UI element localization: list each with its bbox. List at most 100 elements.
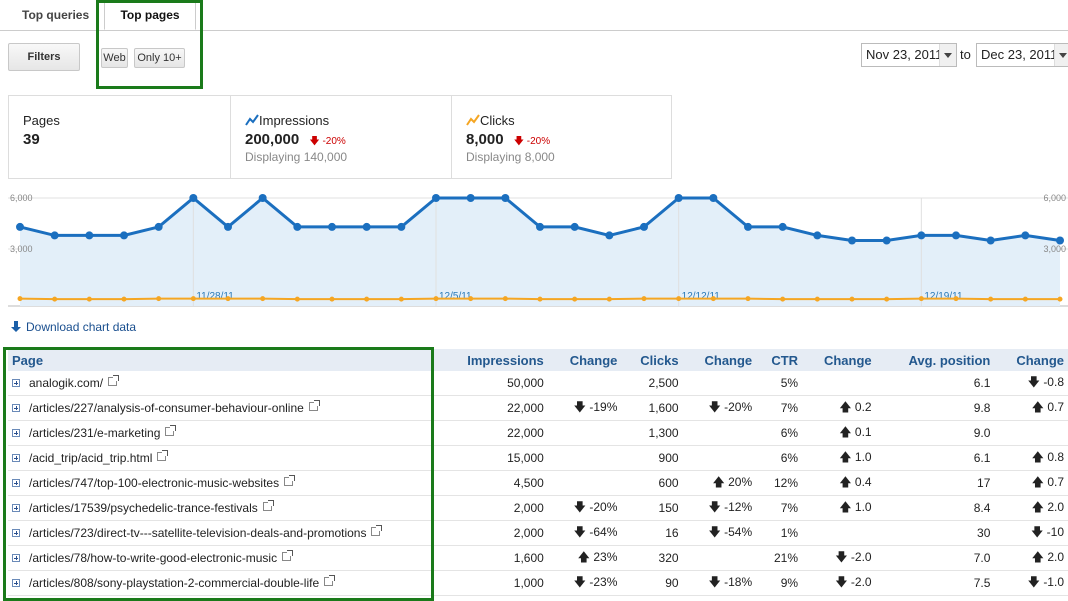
- col-header-position-change[interactable]: Change: [994, 349, 1068, 371]
- clicks-point[interactable]: [814, 296, 820, 302]
- clicks-point[interactable]: [953, 296, 959, 302]
- clicks-point[interactable]: [398, 296, 404, 302]
- clicks-point[interactable]: [537, 296, 543, 302]
- clicks-point[interactable]: [641, 296, 647, 302]
- stat-impressions[interactable]: Impressions 200,000 🡇 -20% Displaying 14…: [230, 96, 451, 178]
- clicks-point[interactable]: [121, 296, 127, 302]
- impressions-point[interactable]: [293, 222, 302, 231]
- clicks-point[interactable]: [918, 296, 924, 302]
- clicks-point[interactable]: [225, 296, 231, 302]
- filters-button[interactable]: Filters: [8, 43, 80, 71]
- impressions-point[interactable]: [362, 222, 371, 231]
- clicks-point[interactable]: [364, 296, 370, 302]
- up-arrow-icon: 🡅: [839, 399, 852, 414]
- col-header-impressions-change[interactable]: Change: [547, 349, 622, 371]
- traffic-chart[interactable]: 11/28/11 12/5/11 12/12/11 12/19/116,0003,00…: [8, 185, 1068, 312]
- clicks-point[interactable]: [988, 296, 994, 302]
- impressions-point[interactable]: [778, 222, 787, 231]
- impressions-point[interactable]: [189, 194, 198, 202]
- impressions-point[interactable]: [1056, 236, 1064, 245]
- impressions-point[interactable]: [466, 194, 475, 202]
- impressions-point[interactable]: [744, 222, 752, 231]
- impressions-point[interactable]: [1021, 231, 1030, 240]
- impressions-point[interactable]: [536, 222, 544, 231]
- position-change-value: 2.0: [1047, 499, 1064, 514]
- impressions-point[interactable]: [882, 236, 891, 245]
- clicks-point[interactable]: [884, 296, 890, 302]
- clicks-point[interactable]: [710, 296, 716, 302]
- impressions-point[interactable]: [952, 231, 960, 240]
- impressions-point[interactable]: [50, 231, 59, 240]
- impressions-point[interactable]: [432, 194, 440, 202]
- clicks-point[interactable]: [1022, 296, 1028, 302]
- clicks-value: 1,600: [648, 401, 679, 415]
- download-chart-data-link[interactable]: Download chart data: [10, 320, 136, 334]
- clicks-point[interactable]: [433, 296, 439, 302]
- impressions-point[interactable]: [258, 194, 267, 202]
- down-arrow-icon: 🡇: [835, 549, 848, 564]
- clicks-point[interactable]: [294, 296, 300, 302]
- clicks-value: 320: [658, 551, 679, 565]
- clicks-point[interactable]: [572, 296, 578, 302]
- impressions-point[interactable]: [709, 194, 718, 202]
- clicks-point[interactable]: [329, 296, 335, 302]
- clicks-change-cell: [682, 545, 757, 571]
- position-change-cell: 🡅 2.0: [994, 495, 1068, 521]
- clicks-point[interactable]: [676, 296, 682, 302]
- stat-clicks[interactable]: Clicks 8,000 🡇 -20% Displaying 8,000: [451, 96, 672, 178]
- clicks-cell: 90: [621, 570, 683, 596]
- end-date-select[interactable]: Dec 23, 2011: [976, 43, 1068, 67]
- col-header-ctr[interactable]: CTR: [756, 349, 803, 371]
- clicks-point[interactable]: [468, 296, 474, 302]
- clicks-value: 150: [658, 501, 679, 515]
- position-change-cell: 🡅 0.7: [994, 395, 1068, 421]
- impressions-point[interactable]: [328, 222, 336, 231]
- impressions-point[interactable]: [640, 222, 648, 231]
- col-header-impressions[interactable]: Impressions: [436, 349, 548, 371]
- impressions-point[interactable]: [813, 231, 822, 240]
- up-arrow-icon: 🡅: [1031, 549, 1044, 564]
- impressions-point[interactable]: [224, 222, 232, 231]
- impressions-point[interactable]: [986, 236, 995, 245]
- col-header-ctr-change[interactable]: Change: [802, 349, 876, 371]
- x-tick-label: 12/5/11: [439, 291, 472, 302]
- impressions-change-value: -19%: [589, 399, 618, 414]
- stat-impressions-value-row: 200,000 🡇 -20%: [245, 131, 346, 151]
- clicks-point[interactable]: [17, 296, 23, 302]
- clicks-point[interactable]: [502, 296, 508, 302]
- clicks-point[interactable]: [849, 296, 855, 302]
- impressions-point[interactable]: [917, 231, 926, 240]
- start-date-select[interactable]: Nov 23, 2011: [861, 43, 957, 67]
- impressions-point[interactable]: [120, 231, 128, 240]
- impressions-point[interactable]: [85, 231, 94, 240]
- impressions-point[interactable]: [570, 222, 579, 231]
- clicks-value: 1,300: [648, 426, 679, 440]
- ctr-change-cell: [802, 520, 876, 546]
- clicks-point[interactable]: [260, 296, 266, 302]
- filter-highlight-box: [96, 0, 203, 89]
- clicks-point[interactable]: [745, 296, 751, 302]
- avg-position-value: 8.4: [973, 501, 991, 515]
- col-header-avg-position[interactable]: Avg. position: [875, 349, 995, 371]
- impressions-point[interactable]: [848, 236, 856, 245]
- impressions-point[interactable]: [674, 194, 683, 202]
- impressions-point[interactable]: [16, 222, 24, 231]
- impressions-point[interactable]: [154, 222, 163, 231]
- col-header-clicks[interactable]: Clicks: [621, 349, 683, 371]
- impressions-point[interactable]: [501, 194, 510, 202]
- clicks-point[interactable]: [52, 296, 58, 302]
- impressions-point[interactable]: [397, 222, 406, 231]
- clicks-point[interactable]: [1057, 296, 1063, 302]
- clicks-point[interactable]: [156, 296, 162, 302]
- clicks-point[interactable]: [190, 296, 196, 302]
- up-arrow-icon: 🡅: [839, 474, 852, 489]
- clicks-point[interactable]: [780, 296, 786, 302]
- col-header-clicks-change[interactable]: Change: [682, 349, 757, 371]
- impressions-point[interactable]: [605, 231, 614, 240]
- position-change-value: 0.7: [1047, 474, 1064, 489]
- clicks-point[interactable]: [86, 296, 92, 302]
- tab-top-queries[interactable]: Top queries: [22, 8, 89, 22]
- up-arrow-icon: 🡅: [1031, 474, 1044, 489]
- clicks-point[interactable]: [606, 296, 612, 302]
- avg-position-cell: 8.4: [875, 495, 995, 521]
